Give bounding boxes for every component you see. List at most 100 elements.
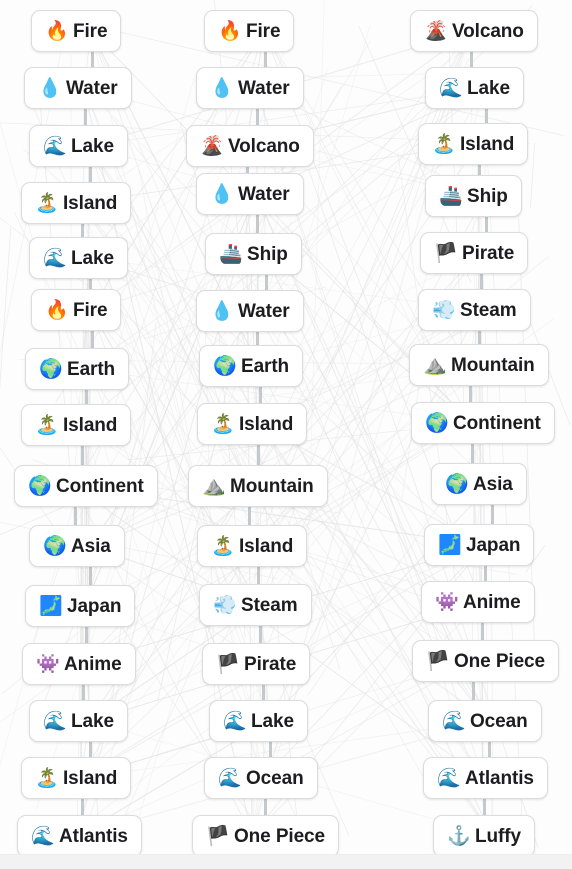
node-connector xyxy=(485,109,488,123)
node-connector xyxy=(89,567,92,585)
craft-node-label: Fire xyxy=(73,299,108,321)
mountain-icon: ⛰️ xyxy=(423,354,447,376)
craft-node[interactable]: 🌋 Volcano xyxy=(186,125,314,167)
bottom-status-bar xyxy=(0,854,572,869)
craft-node[interactable]: 💨 Steam xyxy=(199,584,312,626)
craft-node[interactable]: 🏝️ Island xyxy=(21,182,132,224)
luffy-icon: ⚓ xyxy=(447,825,471,847)
craft-node[interactable]: 🌍 Continent xyxy=(14,465,158,507)
craft-node-label: Lake xyxy=(71,135,114,157)
craft-node-label: Island xyxy=(63,414,118,436)
craft-node[interactable]: 🔥 Fire xyxy=(204,10,295,52)
craft-node[interactable]: 🏝️ Island xyxy=(21,404,132,446)
node-connector xyxy=(469,386,472,402)
lake-icon: 🌊 xyxy=(223,710,247,732)
craft-node-label: Earth xyxy=(241,355,290,377)
craft-node[interactable]: 🌊 Lake xyxy=(29,237,128,279)
craft-node[interactable]: 🏴 Pirate xyxy=(420,232,529,274)
craft-node[interactable]: 💧 Water xyxy=(196,290,304,332)
craft-node[interactable]: 🏴 One Piece xyxy=(192,815,339,857)
node-connector xyxy=(81,224,84,237)
anime-icon: 👾 xyxy=(435,591,459,613)
craft-node[interactable]: 🗾 Japan xyxy=(424,524,535,566)
craft-node[interactable]: 💧 Water xyxy=(196,173,304,215)
craft-node-label: Island xyxy=(239,413,294,435)
node-connector xyxy=(248,507,251,525)
craft-node[interactable]: 🌍 Earth xyxy=(199,345,304,387)
craft-node-label: Asia xyxy=(71,535,111,557)
craft-node-label: Lake xyxy=(251,710,294,732)
craft-node-label: Continent xyxy=(56,475,144,497)
craft-node[interactable]: 🏝️ Island xyxy=(418,123,529,165)
node-connector xyxy=(89,742,92,757)
lake-icon: 🌊 xyxy=(218,767,242,789)
craft-node[interactable]: 🌊 Atlantis xyxy=(17,815,142,857)
node-connector xyxy=(470,52,473,67)
craft-node[interactable]: 🌊 Lake xyxy=(209,700,308,742)
earth-icon: 🌍 xyxy=(43,535,67,557)
anime-icon: 👾 xyxy=(36,653,60,675)
craft-node-label: Japan xyxy=(466,534,521,556)
craft-node[interactable]: ⛰️ Mountain xyxy=(188,465,328,507)
craft-node[interactable]: 👾 Anime xyxy=(22,643,136,685)
node-connector xyxy=(483,799,486,815)
fire-icon: 🔥 xyxy=(218,20,242,42)
fire-icon: 🔥 xyxy=(45,20,69,42)
craft-node[interactable]: 🗾 Japan xyxy=(25,585,136,627)
water-icon: 💧 xyxy=(210,300,234,322)
node-connector xyxy=(91,52,94,67)
node-connector xyxy=(85,390,88,404)
craft-node[interactable]: 🏴 Pirate xyxy=(202,643,311,685)
craft-node[interactable]: 🌊 Lake xyxy=(29,125,128,167)
node-connector xyxy=(74,507,77,525)
japan-icon: 🗾 xyxy=(39,595,63,617)
lake-icon: 🌊 xyxy=(43,710,67,732)
craft-node-label: Mountain xyxy=(230,475,314,497)
craft-node[interactable]: ⛰️ Mountain xyxy=(409,344,549,386)
craft-node[interactable]: 🏝️ Island xyxy=(197,525,308,567)
craft-node[interactable]: 🌊 Lake xyxy=(29,700,128,742)
craft-node[interactable]: 🏝️ Island xyxy=(197,403,308,445)
craft-node-label: Earth xyxy=(67,358,116,380)
craft-node-label: Lake xyxy=(467,77,510,99)
craft-node[interactable]: ⚓ Luffy xyxy=(433,815,535,857)
craft-node[interactable]: 🔥 Fire xyxy=(31,10,122,52)
node-connector xyxy=(265,275,268,290)
node-connector xyxy=(472,682,475,700)
craft-node[interactable]: 🌊 Ocean xyxy=(204,757,318,799)
craft-node[interactable]: 🚢 Ship xyxy=(425,175,522,217)
craft-node[interactable]: 🌍 Asia xyxy=(431,463,527,505)
craft-node[interactable]: 👾 Anime xyxy=(421,581,535,623)
craft-node[interactable]: 🏝️ Island xyxy=(21,757,132,799)
craft-node[interactable]: 🌊 Ocean xyxy=(428,700,542,742)
craft-tree-canvas[interactable]: 🔥 Fire 💧 Water 🌊 Lake 🏝️ Island 🌊 Lake 🔥 Fire 🌍 Earth… xyxy=(0,0,572,869)
craft-node[interactable]: 🌍 Asia xyxy=(29,525,125,567)
craft-node[interactable]: 💨 Steam xyxy=(418,289,531,331)
steam-icon: 💨 xyxy=(432,299,456,321)
craft-node[interactable]: 🌍 Earth xyxy=(25,348,130,390)
craft-node[interactable]: 💧 Water xyxy=(24,67,132,109)
node-connector xyxy=(264,52,267,67)
craft-node[interactable]: 🌍 Continent xyxy=(411,402,555,444)
craft-node[interactable]: 🌊 Atlantis xyxy=(423,757,548,799)
craft-node[interactable]: 💧 Water xyxy=(196,67,304,109)
craft-node-label: Anime xyxy=(463,591,521,613)
craft-node[interactable]: 🏴 One Piece xyxy=(412,640,559,682)
craft-node-label: Ship xyxy=(247,243,288,265)
craft-node-label: Water xyxy=(238,183,290,205)
craft-node[interactable]: 🚢 Ship xyxy=(205,233,302,275)
pirate-icon: 🏴 xyxy=(434,242,458,264)
node-connector xyxy=(478,165,481,175)
craft-node-label: Pirate xyxy=(244,653,297,675)
lake-icon: 🌊 xyxy=(43,247,67,269)
craft-node[interactable]: 🌊 Lake xyxy=(425,67,524,109)
earth-icon: 🌍 xyxy=(425,412,449,434)
node-connector xyxy=(84,109,87,125)
lake-icon: 🌊 xyxy=(31,825,55,847)
node-connector xyxy=(81,799,84,815)
node-connector xyxy=(256,332,259,345)
craft-node[interactable]: 🔥 Fire xyxy=(31,289,122,331)
island-icon: 🏝️ xyxy=(211,535,235,557)
craft-node-label: Island xyxy=(63,767,118,789)
craft-node[interactable]: 🌋 Volcano xyxy=(410,10,538,52)
